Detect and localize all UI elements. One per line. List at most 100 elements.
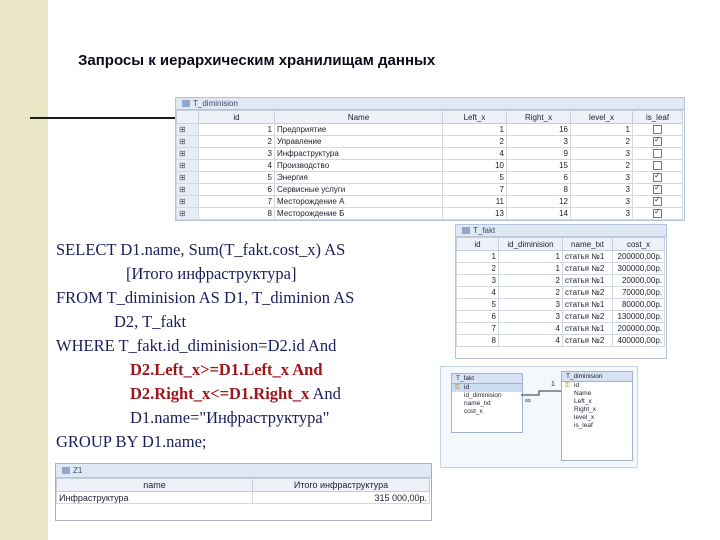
cell-name-txt[interactable]: статья №1 [562,298,613,311]
cell-name[interactable]: Инфраструктура [274,147,443,160]
cell-name[interactable]: Производство [274,159,443,172]
cell-level[interactable]: 1 [570,123,633,136]
cell-total[interactable]: 315 000,00р. [252,491,430,504]
cell-id-diminision[interactable]: 2 [498,274,563,287]
table-row[interactable]: 7 4 статья №1 200000,00р. [456,322,665,335]
cell-name-txt[interactable]: статья №1 [562,322,613,335]
cell-cost[interactable]: 400000,00р. [612,334,665,347]
checked-checkbox[interactable] [653,173,662,183]
table-row[interactable]: ⊞ 4 Производство 10 15 2 [176,159,683,172]
cell-cost[interactable]: 200000,00р. [612,322,665,335]
cell-right[interactable]: 14 [506,207,571,220]
cell-left[interactable]: 1 [442,123,507,136]
cell-name[interactable]: Месторождение А [274,195,443,208]
table-row[interactable]: ⊞ 7 Месторождение А 11 12 3 [176,195,683,208]
cell-level[interactable]: 2 [570,135,633,148]
row-expander-icon[interactable]: ⊞ [176,123,199,136]
cell-id-diminision[interactable]: 4 [498,322,563,335]
cell-id[interactable]: 2 [198,135,275,148]
unchecked-checkbox[interactable] [653,161,662,171]
cell-id[interactable]: 7 [198,195,275,208]
cell-cost[interactable]: 200000,00р. [612,250,665,263]
cell-right[interactable]: 12 [506,195,571,208]
table-row[interactable]: ⊞ 1 Предприятие 1 16 1 [176,123,683,136]
column-header[interactable]: is_leaf [632,110,683,124]
table-row[interactable]: ⊞ 3 Инфраструктура 4 9 3 [176,147,683,160]
cell-name[interactable]: Управление [274,135,443,148]
row-expander-icon[interactable]: ⊞ [176,147,199,160]
table-row[interactable]: 6 3 статья №2 130000,00р. [456,310,665,323]
column-header[interactable]: Name [274,110,443,124]
table-row[interactable]: ⊞ 8 Месторождение Б 13 14 3 [176,207,683,220]
table-row[interactable]: 4 2 статья №2 70000,00р. [456,286,665,299]
cell-level[interactable]: 3 [570,147,633,160]
table-row[interactable]: 2 1 статья №2 300000,00р. [456,262,665,275]
result-tab[interactable]: Z1 [56,464,431,478]
cell-id-diminision[interactable]: 3 [498,298,563,311]
cell-right[interactable]: 15 [506,159,571,172]
cell-id[interactable]: 4 [198,159,275,172]
row-expander-icon[interactable]: ⊞ [176,183,199,196]
cell-id[interactable]: 1 [198,123,275,136]
table-row[interactable]: ⊞ 6 Сервисные услуги 7 8 3 [176,183,683,196]
cell-left[interactable]: 13 [442,207,507,220]
cell-left[interactable]: 4 [442,147,507,160]
cell-id[interactable]: 6 [456,310,499,323]
column-header[interactable]: id [456,237,499,251]
row-expander-icon[interactable]: ⊞ [176,135,199,148]
cell-id[interactable]: 5 [198,171,275,184]
cell-id[interactable]: 3 [456,274,499,287]
table-row[interactable]: 5 3 статья №1 80000,00р. [456,298,665,311]
row-expander-icon[interactable]: ⊞ [176,207,199,220]
cell-id[interactable]: 7 [456,322,499,335]
cell-name-txt[interactable]: статья №1 [562,274,613,287]
column-header[interactable]: level_x [570,110,633,124]
cell-name-txt[interactable]: статья №2 [562,334,613,347]
cell-id-diminision[interactable]: 3 [498,310,563,323]
column-header[interactable]: Left_x [442,110,507,124]
cell-id[interactable]: 4 [456,286,499,299]
cell-id[interactable]: 8 [198,207,275,220]
cell-is-leaf[interactable] [632,159,683,172]
cell-left[interactable]: 10 [442,159,507,172]
cell-name-txt[interactable]: статья №2 [562,286,613,299]
cell-level[interactable]: 3 [570,195,633,208]
cell-id-diminision[interactable]: 4 [498,334,563,347]
checked-checkbox[interactable] [653,137,662,147]
cell-id[interactable]: 5 [456,298,499,311]
cell-level[interactable]: 2 [570,159,633,172]
table-row[interactable]: ⊞ 5 Энергия 5 6 3 [176,171,683,184]
unchecked-checkbox[interactable] [653,149,662,159]
cell-is-leaf[interactable] [632,123,683,136]
cell-is-leaf[interactable] [632,135,683,148]
column-header[interactable]: Right_x [506,110,571,124]
cell-left[interactable]: 7 [442,183,507,196]
cell-left[interactable]: 11 [442,195,507,208]
cell-right[interactable]: 16 [506,123,571,136]
row-expander-icon[interactable]: ⊞ [176,195,199,208]
cell-name-txt[interactable]: статья №1 [562,250,613,263]
column-header[interactable]: Итого инфраструктура [252,478,430,492]
cell-right[interactable]: 8 [506,183,571,196]
cell-id[interactable]: 2 [456,262,499,275]
checked-checkbox[interactable] [653,197,662,207]
cell-is-leaf[interactable] [632,207,683,220]
cell-name[interactable]: Энергия [274,171,443,184]
checked-checkbox[interactable] [653,185,662,195]
cell-cost[interactable]: 130000,00р. [612,310,665,323]
cell-id[interactable]: 1 [456,250,499,263]
cell-level[interactable]: 3 [570,207,633,220]
cell-name-txt[interactable]: статья №2 [562,262,613,275]
cell-name[interactable]: Сервисные услуги [274,183,443,196]
table-row[interactable]: 8 4 статья №2 400000,00р. [456,334,665,347]
row-expander-icon[interactable]: ⊞ [176,171,199,184]
cell-left[interactable]: 2 [442,135,507,148]
cell-name-txt[interactable]: статья №2 [562,310,613,323]
column-header[interactable]: id [198,110,275,124]
column-header[interactable] [176,110,199,124]
cell-id[interactable]: 6 [198,183,275,196]
table-row[interactable]: Инфраструктура 315 000,00р. [56,491,430,504]
cell-id-diminision[interactable]: 1 [498,262,563,275]
column-header[interactable]: cost_x [612,237,665,251]
cell-left[interactable]: 5 [442,171,507,184]
